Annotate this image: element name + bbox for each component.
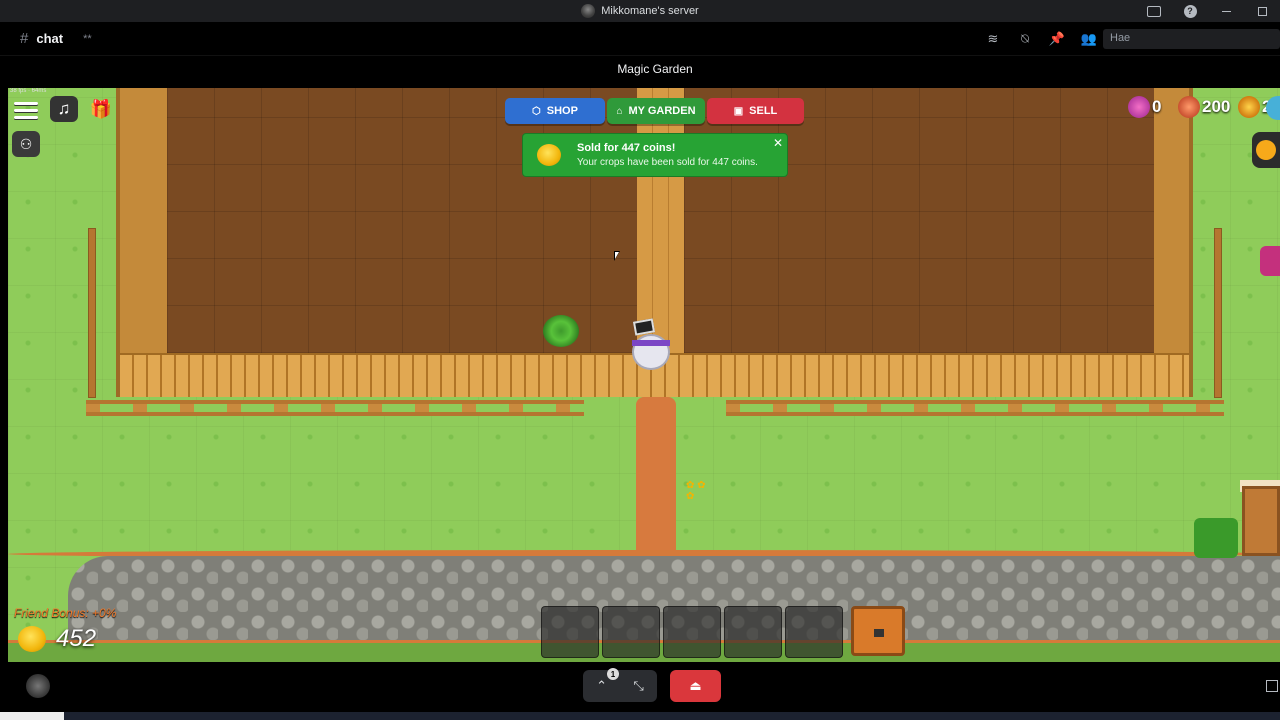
menu-button[interactable] <box>12 99 40 121</box>
sell-icon: ▣ <box>733 105 744 117</box>
toast-title: Sold for 447 coins! <box>577 142 676 154</box>
pink-currency-icon <box>1128 96 1150 118</box>
leave-activity-button[interactable]: ⏏ <box>670 670 721 702</box>
bread-currency-icon <box>1178 96 1200 118</box>
side-panel-button[interactable] <box>1260 246 1280 276</box>
coin-icon <box>18 626 46 652</box>
shop-button[interactable]: ⬡ SHOP <box>505 98 605 124</box>
inbox-button[interactable] <box>1136 0 1172 22</box>
minimize-button[interactable] <box>1208 0 1244 22</box>
server-avatar <box>581 4 596 18</box>
activity-controls-bar: ⌃ ⤡ 1 ⏏ <box>0 662 1280 712</box>
coin-count: 452 <box>56 625 97 652</box>
fence-right <box>726 400 1224 416</box>
shop-stall[interactable] <box>1242 486 1280 556</box>
help-button[interactable]: ? <box>1172 0 1208 22</box>
discord-activity-window: Mikkomane's server ? # chat ** ≋ ⍉ 📌 👥 H… <box>0 0 1280 720</box>
mute-bell-icon[interactable]: ⍉ <box>1014 28 1036 50</box>
center-plank-path <box>637 88 684 353</box>
os-taskbar <box>0 712 1280 720</box>
sell-label: SELL <box>749 105 778 117</box>
user-avatar[interactable] <box>26 674 50 698</box>
inventory-chest-button[interactable] <box>851 606 905 656</box>
mouse-cursor <box>614 251 620 261</box>
sold-notification: Sold for 447 coins! Your crops have been… <box>522 133 788 177</box>
weather-button[interactable] <box>1252 132 1280 168</box>
title-bar: Mikkomane's server ? <box>0 0 1280 22</box>
help-icon: ? <box>1183 4 1197 18</box>
gift-button[interactable]: 🎁 <box>88 96 114 122</box>
home-icon: ⌂ <box>616 105 623 117</box>
server-title: Mikkomane's server <box>581 4 699 18</box>
coin-balance: 452 <box>18 625 96 653</box>
inbox-icon <box>1147 5 1161 17</box>
server-name: Mikkomane's server <box>601 5 699 17</box>
gift-icon: 🎁 <box>89 98 113 119</box>
activity-title: Magic Garden <box>617 62 693 76</box>
friends-button[interactable]: ⚇ <box>12 131 40 157</box>
hotbar-slot[interactable] <box>602 606 660 658</box>
coin-icon <box>537 144 561 166</box>
channel-header: # chat ** ≋ ⍉ 📌 👥 <box>0 22 1280 56</box>
channel-hash-icon: # <box>20 30 29 47</box>
currency-bread: 200 <box>1178 96 1230 118</box>
game-canvas[interactable]: 38 fps · 64ms ✿ ✿ ✿ ♫ 🎁 ⚇ ⬡ SHOP ⌂ MY GA… <box>8 88 1280 662</box>
my-garden-label: MY GARDEN <box>628 105 696 117</box>
hotbar-slot[interactable] <box>541 606 599 658</box>
chevron-up-icon[interactable]: ⌃ <box>596 678 607 694</box>
maximize-icon <box>1257 6 1267 16</box>
friends-icon: ⚇ <box>19 135 33 152</box>
sell-button[interactable]: ▣ SELL <box>707 98 804 124</box>
gold-currency-icon <box>1238 96 1260 118</box>
toast-close-button[interactable]: ✕ <box>773 136 783 150</box>
currency-value: 0 <box>1152 97 1162 116</box>
fence-left <box>86 400 584 416</box>
fence-post-right <box>1214 228 1222 398</box>
music-icon: ♫ <box>57 99 71 118</box>
hotbar-slot[interactable] <box>663 606 721 658</box>
channel-topic: ** <box>83 32 92 45</box>
hotbar <box>541 606 905 658</box>
player-character <box>630 318 674 374</box>
popout-icon[interactable] <box>1266 680 1278 692</box>
currency-value: 200 <box>1202 97 1231 116</box>
music-button[interactable]: ♫ <box>50 96 78 122</box>
shrink-icon[interactable]: ⤡ <box>633 678 643 694</box>
player-band <box>632 340 670 346</box>
my-garden-button[interactable]: ⌂ MY GARDEN <box>607 98 705 124</box>
soil-tiles-right[interactable] <box>684 88 1154 353</box>
search-input[interactable]: Hae <box>1103 29 1280 49</box>
friend-bonus: Friend Bonus: +0% <box>14 606 117 620</box>
bush <box>1194 518 1238 558</box>
hotbar-slot[interactable] <box>724 606 782 658</box>
notification-badge: 1 <box>607 668 619 680</box>
maximize-button[interactable] <box>1244 0 1280 22</box>
dirt-path <box>636 397 676 557</box>
shop-icon: ⬡ <box>532 105 541 117</box>
toast-message: Your crops have been sold for 447 coins. <box>577 157 758 168</box>
sun-icon <box>1256 140 1276 160</box>
minimize-icon <box>1221 10 1231 12</box>
crop-plant[interactable] <box>543 315 579 347</box>
window-controls: ? <box>1136 0 1280 22</box>
flowers: ✿ ✿ ✿ <box>686 480 706 502</box>
currency-pink: 0 <box>1128 96 1161 118</box>
channel-name[interactable]: chat <box>36 31 63 46</box>
members-icon[interactable]: 👥 <box>1078 28 1100 50</box>
activity-controls: ⌃ ⤡ <box>583 670 657 702</box>
fence-post-left <box>88 228 96 398</box>
fps-counter: 38 fps · 64ms <box>10 88 47 94</box>
shop-label: SHOP <box>546 105 578 117</box>
taskbar-search[interactable] <box>0 712 64 720</box>
leave-icon: ⏏ <box>689 678 702 693</box>
hotbar-slot[interactable] <box>785 606 843 658</box>
menu-icon <box>14 101 38 105</box>
header-icons: ≋ ⍉ 📌 👥 <box>982 28 1100 50</box>
pin-icon[interactable]: 📌 <box>1046 28 1068 50</box>
threads-icon[interactable]: ≋ <box>982 28 1004 50</box>
soil-tiles-left[interactable] <box>167 88 637 353</box>
